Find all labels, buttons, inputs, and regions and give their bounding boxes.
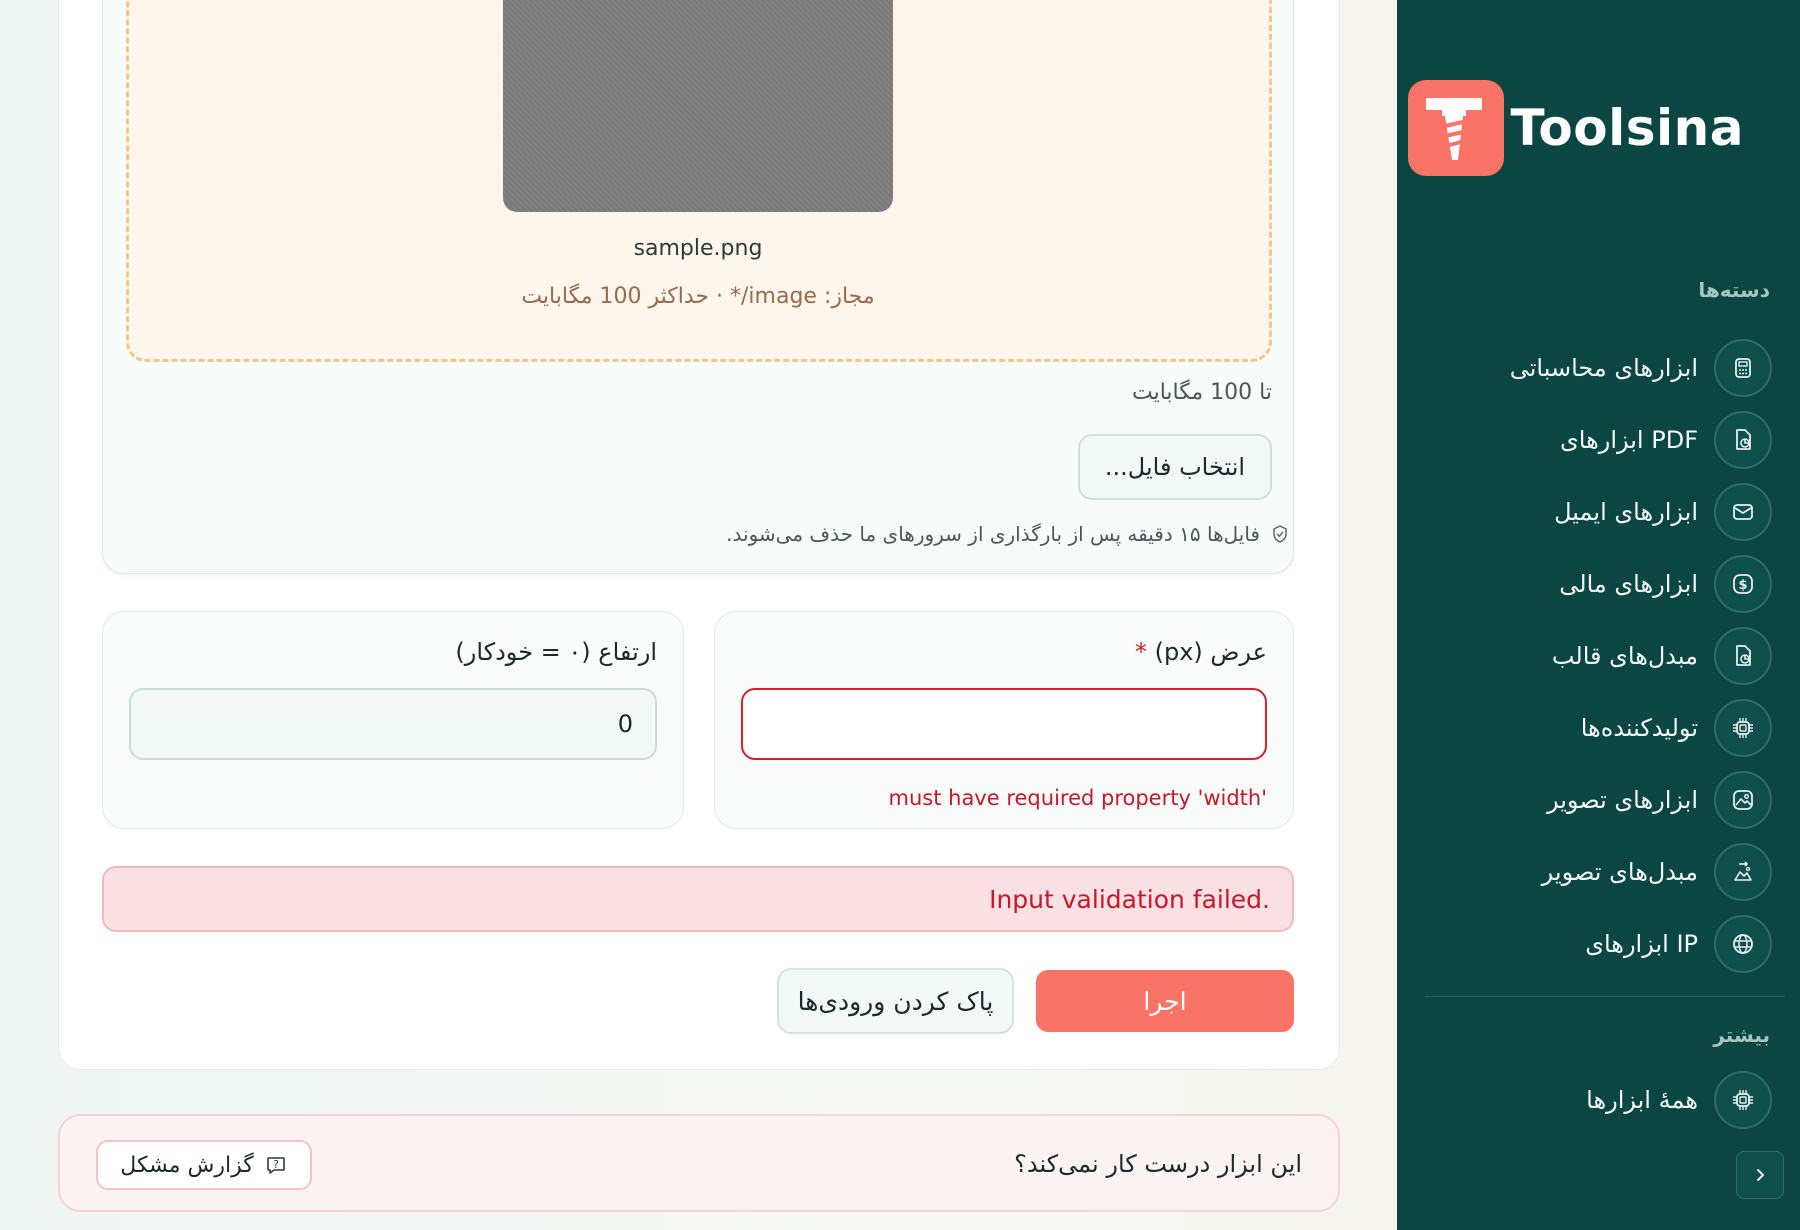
image-icon <box>1714 771 1772 829</box>
image-preview <box>503 0 893 212</box>
more-list: همهٔ ابزارها <box>1412 1064 1772 1136</box>
sidebar-divider <box>1425 996 1785 997</box>
brand-logo[interactable]: Toolsina <box>1408 80 1744 176</box>
calculator-icon <box>1714 339 1772 397</box>
sidebar-item-label: ابزارهای محاسباتی <box>1509 354 1698 382</box>
file-chart-icon <box>1714 627 1772 685</box>
sidebar-item-label: ابزارهای مالی <box>1559 570 1698 598</box>
sidebar-item-label: ابزارهای PDF <box>1560 426 1698 454</box>
report-issue-button[interactable]: ? گزارش مشکل <box>96 1140 312 1190</box>
width-label-text: عرض (px) <box>1154 638 1267 666</box>
brand-name: Toolsina <box>1510 99 1744 157</box>
sidebar: Toolsina دسته‌ها ابزارهای محاسباتی ابزار… <box>1397 0 1800 1230</box>
sidebar-item-label: تولیدکننده‌ها <box>1580 714 1698 742</box>
svg-text:?: ? <box>273 1158 279 1171</box>
file-chart-icon <box>1714 411 1772 469</box>
svg-text:$: $ <box>1738 578 1747 593</box>
shield-check-icon <box>1273 525 1287 543</box>
sidebar-item-generators[interactable]: تولیدکننده‌ها <box>1412 692 1772 764</box>
dollar-icon: $ <box>1714 555 1772 613</box>
sidebar-item-email[interactable]: ابزارهای ایمیل <box>1412 476 1772 548</box>
privacy-notice-text: فایل‌ها ۱۵ دقیقه پس از بارگذاری از سروره… <box>726 522 1260 546</box>
required-mark: * <box>1134 638 1147 666</box>
cpu-icon <box>1714 1071 1772 1129</box>
logo-mark <box>1408 80 1505 176</box>
sidebar-item-label: ابزارهای تصویر <box>1546 786 1698 814</box>
width-input[interactable] <box>741 688 1267 760</box>
help-bubble-icon: ? <box>266 1157 285 1174</box>
sidebar-item-label: مبدل‌های تصویر <box>1541 858 1698 886</box>
uploaded-filename: sample.png <box>633 236 763 261</box>
report-issue-label: گزارش مشکل <box>120 1152 254 1178</box>
image-convert-icon <box>1714 843 1772 901</box>
category-list: ابزارهای محاسباتی ابزارهای PDF ابزارهای … <box>1412 332 1772 980</box>
width-error-message: must have required property 'width' <box>888 786 1267 810</box>
sidebar-item-format-converters[interactable]: مبدل‌های قالب <box>1412 620 1772 692</box>
height-input[interactable] <box>129 688 657 760</box>
sidebar-item-image-tools[interactable]: ابزارهای تصویر <box>1412 764 1772 836</box>
sidebar-item-label: ابزارهای ایمیل <box>1554 498 1698 526</box>
sidebar-item-pdf[interactable]: ابزارهای PDF <box>1412 404 1772 476</box>
cpu-icon <box>1714 699 1772 757</box>
sidebar-collapse-button[interactable] <box>1736 1151 1784 1199</box>
validation-alert-text: Input validation failed. <box>989 885 1270 914</box>
width-label: عرض (px) * <box>1135 638 1267 666</box>
choose-file-button[interactable]: انتخاب فایل... <box>1078 434 1272 500</box>
run-button[interactable]: اجرا <box>1036 970 1294 1032</box>
sidebar-item-all-tools[interactable]: همهٔ ابزارها <box>1412 1064 1772 1136</box>
sidebar-item-ip-tools[interactable]: ابزارهای IP <box>1412 908 1772 980</box>
privacy-notice: فایل‌ها ۱۵ دقیقه پس از بارگذاری از سروره… <box>726 522 1290 546</box>
chevron-right-icon <box>1757 1169 1764 1181</box>
report-bar: این ابزار درست کار نمی‌کند؟ ? گزارش مشکل <box>58 1114 1340 1212</box>
height-field-card: ارتفاع (۰ = خودکار) <box>102 611 684 829</box>
sidebar-item-label: مبدل‌های قالب <box>1551 642 1698 670</box>
report-question: این ابزار درست کار نمی‌کند؟ <box>1014 1150 1302 1178</box>
height-label: ارتفاع (۰ = خودکار) <box>455 638 657 666</box>
sidebar-item-calculators[interactable]: ابزارهای محاسباتی <box>1412 332 1772 404</box>
width-field-card: عرض (px) * must have required property '… <box>714 611 1294 829</box>
size-limit-text: تا 100 مگابایت <box>1131 380 1272 405</box>
more-heading: بیشتر <box>1713 1023 1770 1047</box>
allowed-types-hint: مجاز: image/* · حداکثر 100 مگابایت <box>521 284 875 309</box>
sidebar-item-finance[interactable]: ابزارهای مالی $ <box>1412 548 1772 620</box>
sidebar-item-label: همهٔ ابزارها <box>1586 1086 1698 1114</box>
categories-heading: دسته‌ها <box>1698 278 1770 302</box>
clear-inputs-button[interactable]: پاک کردن ورودی‌ها <box>777 968 1014 1034</box>
validation-alert: Input validation failed. <box>102 866 1294 932</box>
sidebar-item-label: ابزارهای IP <box>1585 930 1698 958</box>
sidebar-item-image-converters[interactable]: مبدل‌های تصویر <box>1412 836 1772 908</box>
globe-icon <box>1714 915 1772 973</box>
mail-icon <box>1714 483 1772 541</box>
